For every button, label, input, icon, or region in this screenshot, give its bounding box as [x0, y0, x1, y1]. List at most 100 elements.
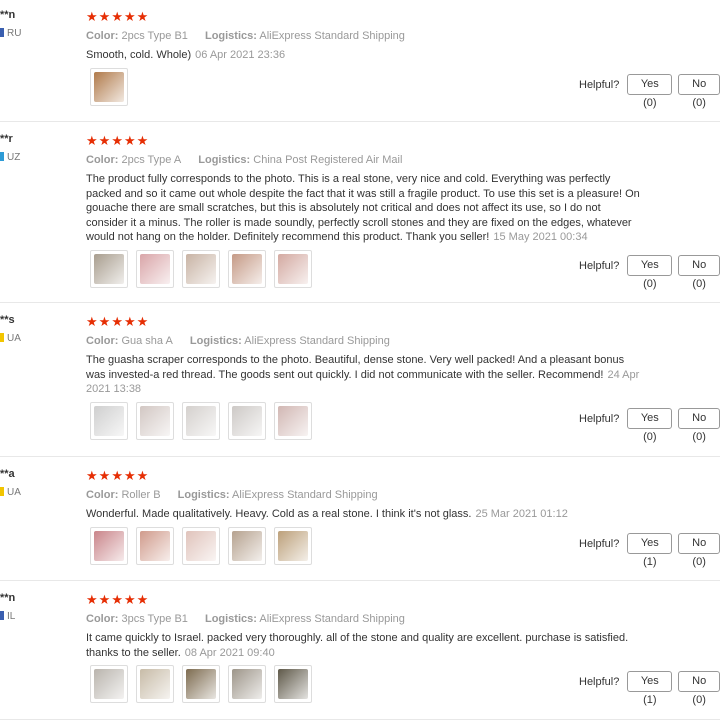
star-rating: ★★★★★ [86, 593, 640, 607]
review-photo-thumbnail[interactable] [228, 665, 266, 703]
reviewer-name: **a [0, 468, 15, 480]
flag-icon [0, 333, 4, 342]
review-item: **r UZ ★★★★★ Color: 2pcs Type A Logistic… [0, 122, 720, 303]
photo-image [94, 531, 124, 561]
review-photos [90, 250, 312, 288]
review-photo-thumbnail[interactable] [274, 527, 312, 565]
helpful-yes-button[interactable]: Yes (0) [627, 74, 673, 109]
review-photo-thumbnail[interactable] [90, 68, 128, 106]
helpful-no-button[interactable]: No (0) [678, 408, 720, 443]
helpful-no-button[interactable]: No (0) [678, 671, 720, 706]
helpful-yes-button[interactable]: Yes (1) [627, 671, 673, 706]
review-photo-thumbnail[interactable] [136, 250, 174, 288]
flag-icon [0, 487, 4, 496]
review-photo-thumbnail[interactable] [136, 402, 174, 440]
star-icon: ★ [98, 133, 112, 148]
review-meta: Color: 3pcs Type B1 Logistics: AliExpres… [86, 612, 640, 626]
helpful-yes-button[interactable]: Yes (1) [627, 533, 673, 568]
color-label: Color: [86, 489, 119, 501]
review-photo-thumbnail[interactable] [182, 250, 220, 288]
helpful-yes-button[interactable]: Yes (0) [627, 408, 673, 443]
review-photo-thumbnail[interactable] [274, 402, 312, 440]
color-label: Color: [86, 335, 119, 347]
review-photo-thumbnail[interactable] [274, 250, 312, 288]
logistics-value: AliExpress Standard Shipping [259, 613, 405, 625]
review-photo-thumbnail[interactable] [90, 527, 128, 565]
review-photo-thumbnail[interactable] [228, 250, 266, 288]
review-photos [90, 68, 128, 106]
helpful-label: Helpful? [579, 675, 620, 688]
review-photo-thumbnail[interactable] [182, 527, 220, 565]
country-code: UA [7, 333, 21, 344]
reviewer-info: **n RU [0, 8, 40, 40]
helpful-controls: Helpful? Yes (1) No (0) [579, 671, 720, 706]
reviewer-info: **r UZ [0, 132, 40, 164]
review-body: ★★★★★ Color: Gua sha A Logistics: AliExp… [86, 315, 640, 397]
color-label: Color: [86, 154, 119, 166]
country-code: IL [7, 611, 16, 622]
star-icon: ★ [123, 9, 137, 24]
star-icon: ★ [111, 9, 124, 24]
photo-image [186, 254, 216, 284]
review-date: 08 Apr 2021 09:40 [184, 646, 275, 659]
review-photo-thumbnail[interactable] [90, 250, 128, 288]
review-photo-thumbnail[interactable] [228, 527, 266, 565]
review-date: 25 Mar 2021 01:12 [475, 508, 568, 520]
star-icon: ★ [123, 468, 137, 483]
star-rating: ★★★★★ [86, 134, 640, 148]
reviewer-info: **s UA [0, 313, 40, 345]
review-text: Smooth, cold. Whole) 06 Apr 2021 23:36 [86, 48, 641, 63]
review-photo-thumbnail[interactable] [90, 402, 128, 440]
review-item: **n IL ★★★★★ Color: 3pcs Type B1 Logisti… [0, 581, 720, 720]
review-meta: Color: 2pcs Type A Logistics: China Post… [86, 153, 640, 167]
star-icon: ★ [98, 592, 112, 607]
review-photos [90, 527, 312, 565]
review-text: It came quickly to Israel. packed very t… [86, 631, 641, 660]
review-photo-thumbnail[interactable] [228, 402, 266, 440]
star-icon: ★ [86, 314, 99, 329]
star-icon: ★ [86, 133, 99, 148]
star-icon: ★ [123, 592, 137, 607]
review-photos [90, 402, 312, 440]
star-icon: ★ [123, 133, 137, 148]
helpful-controls: Helpful? Yes (0) No (0) [579, 255, 720, 290]
review-photo-thumbnail[interactable] [274, 665, 312, 703]
helpful-no-button[interactable]: No (0) [678, 255, 720, 290]
star-icon: ★ [136, 133, 150, 148]
star-rating: ★★★★★ [86, 10, 640, 24]
star-icon: ★ [123, 314, 137, 329]
photo-image [186, 531, 216, 561]
review-photo-thumbnail[interactable] [90, 665, 128, 703]
logistics-value: China Post Registered Air Mail [253, 154, 403, 166]
logistics-value: AliExpress Standard Shipping [232, 489, 378, 501]
logistics-label: Logistics: [189, 335, 242, 347]
flag-icon [0, 28, 4, 37]
country-code: UZ [7, 152, 21, 163]
review-photo-thumbnail[interactable] [182, 665, 220, 703]
flag-icon [0, 152, 4, 161]
review-photo-thumbnail[interactable] [136, 665, 174, 703]
photo-image [94, 406, 124, 436]
flag-icon [0, 611, 4, 620]
reviewer-country: UA [0, 333, 40, 345]
helpful-label: Helpful? [579, 537, 620, 550]
photo-image [186, 406, 216, 436]
helpful-no-button[interactable]: No (0) [678, 74, 720, 109]
photo-image [140, 254, 170, 284]
logistics-value: AliExpress Standard Shipping [259, 30, 405, 42]
reviewer-info: **a UA [0, 467, 40, 499]
reviewer-info: **n IL [0, 591, 40, 623]
photo-image [140, 669, 170, 699]
review-photo-thumbnail[interactable] [182, 402, 220, 440]
review-photo-thumbnail[interactable] [136, 527, 174, 565]
star-icon: ★ [86, 468, 99, 483]
helpful-yes-button[interactable]: Yes (0) [627, 255, 673, 290]
reviewer-name: **r [0, 133, 13, 145]
photo-image [232, 406, 262, 436]
color-value: Gua sha A [121, 335, 173, 347]
review-date: 15 May 2021 00:34 [493, 231, 588, 243]
helpful-no-button[interactable]: No (0) [678, 533, 720, 568]
photo-image [232, 669, 262, 699]
photo-image [278, 254, 308, 284]
color-value: 3pcs Type B1 [121, 613, 188, 625]
